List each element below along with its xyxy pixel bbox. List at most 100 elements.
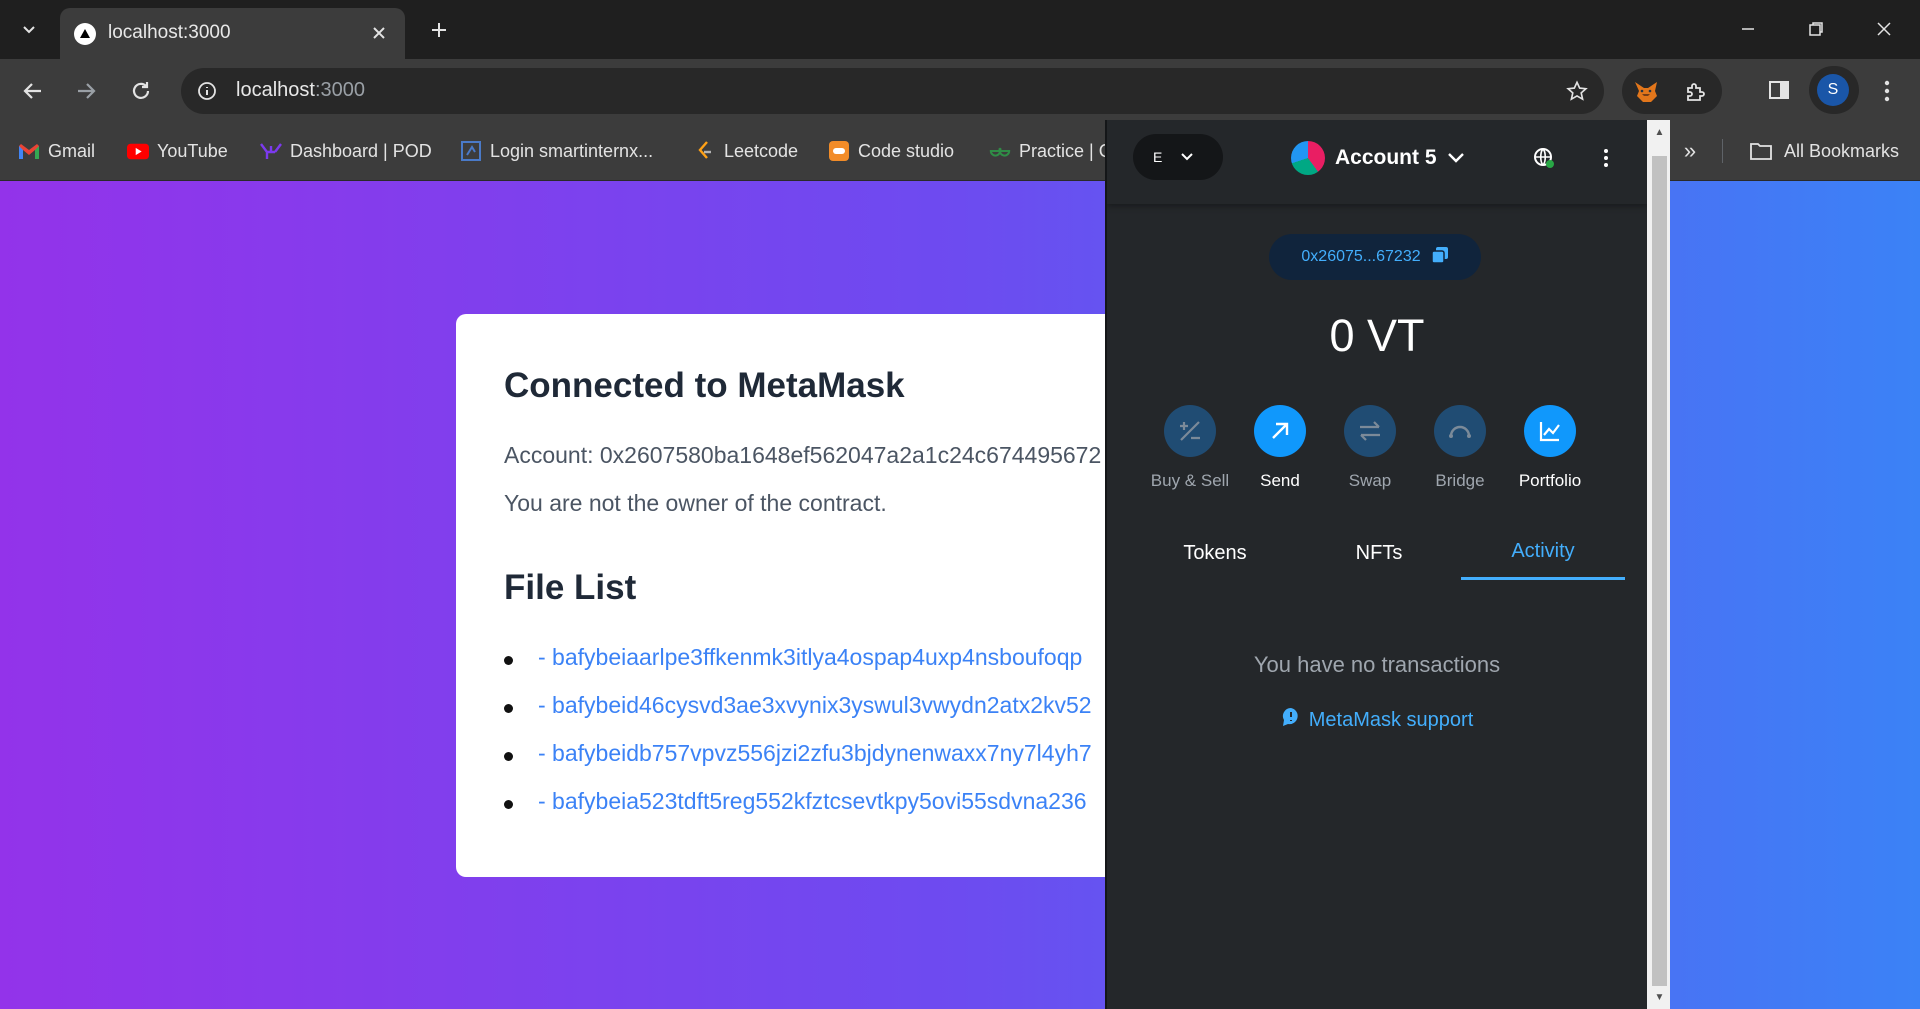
new-tab-button[interactable] — [425, 16, 453, 44]
url-host: localhost — [236, 79, 315, 101]
restore-icon[interactable] — [1796, 14, 1836, 44]
portfolio-button[interactable]: Portfolio — [1507, 405, 1593, 491]
bookmark-label: YouTube — [157, 140, 228, 161]
bookmark-label: Gmail — [48, 140, 96, 161]
swap-icon — [1344, 405, 1396, 457]
metamask-tabs: Tokens NFTs Activity — [1133, 526, 1625, 580]
copy-icon — [1430, 246, 1449, 269]
support-chat-icon — [1281, 707, 1301, 733]
bullet — [504, 800, 513, 809]
profile-button[interactable]: S — [1809, 66, 1859, 114]
bookmarks-divider — [1722, 139, 1723, 163]
send-button[interactable]: Send — [1237, 405, 1323, 491]
file-link[interactable]: - bafybeia523tdft5reg552kfztcsevtkpy5ovi… — [538, 788, 1087, 815]
browser-toolbar: localhost:3000 S — [0, 59, 1920, 121]
bookmark-label: Code studio — [858, 140, 955, 161]
chart-icon — [1524, 405, 1576, 457]
metamask-fox-icon[interactable] — [1630, 76, 1662, 108]
file-link[interactable]: - bafybeiaarlpe3ffkenmk3itlya4ospap4uxp4… — [538, 644, 1082, 671]
connected-sites-globe-icon[interactable] — [1530, 144, 1558, 172]
bridge-button[interactable]: Bridge — [1417, 405, 1503, 491]
smartinternz-icon — [460, 140, 482, 162]
bridge-icon — [1434, 405, 1486, 457]
network-picker[interactable]: E — [1133, 134, 1223, 180]
leetcode-icon — [694, 140, 716, 162]
chevron-down-icon — [1180, 149, 1194, 165]
file-link[interactable]: - bafybeidb757vpvz556jzi2zfu3bjdynenwaxx… — [538, 740, 1092, 767]
bullet — [504, 704, 513, 713]
account-avatar-icon — [1291, 141, 1325, 175]
tab-strip: localhost:3000 — [0, 0, 1920, 59]
url-port: :3000 — [314, 79, 365, 101]
action-label: Buy & Sell — [1150, 471, 1230, 490]
metamask-support-link[interactable]: MetaMask support — [1107, 707, 1647, 733]
tab-search-chevron-icon[interactable] — [14, 14, 44, 44]
profile-avatar: S — [1817, 74, 1849, 106]
action-label: Portfolio — [1518, 471, 1582, 490]
page-title: Connected to MetaMask — [504, 366, 905, 405]
close-tab-icon[interactable] — [367, 21, 391, 45]
bookmark-label: Practice | G — [1019, 140, 1113, 161]
content-card: Connected to MetaMask Account: 0x2607580… — [456, 314, 1176, 877]
wallet-actions: Buy & Sell Send Swap Bridge Portfolio — [1147, 405, 1607, 495]
close-window-icon[interactable] — [1864, 14, 1904, 44]
pod-icon — [260, 140, 282, 162]
browser-menu-icon[interactable] — [1872, 73, 1902, 109]
site-info-icon[interactable] — [195, 79, 219, 103]
bookmark-gfg-practice[interactable]: Practice | G — [989, 137, 1113, 165]
youtube-icon — [127, 140, 149, 162]
account-picker[interactable]: Account 5 — [1291, 140, 1465, 176]
forward-arrow-icon[interactable] — [68, 73, 104, 109]
codestudio-icon — [828, 140, 850, 162]
swap-button[interactable]: Swap — [1327, 405, 1413, 491]
tab-activity[interactable]: Activity — [1461, 526, 1625, 580]
all-bookmarks-label: All Bookmarks — [1784, 140, 1900, 161]
bookmark-dashboard-pod[interactable]: Dashboard | POD — [260, 137, 432, 165]
reload-icon[interactable] — [123, 73, 159, 109]
url-text: localhost:3000 — [236, 79, 365, 102]
account-options-icon[interactable] — [1593, 144, 1619, 172]
scroll-down-icon[interactable]: ▼ — [1647, 987, 1670, 1007]
minimize-icon[interactable] — [1728, 14, 1768, 44]
network-letter: E — [1153, 149, 1163, 165]
extensions-puzzle-icon[interactable] — [1680, 76, 1712, 108]
scroll-up-icon[interactable]: ▲ — [1647, 122, 1670, 142]
bookmark-label: Dashboard | POD — [290, 140, 432, 161]
tab-tokens[interactable]: Tokens — [1133, 526, 1297, 580]
browser-tab[interactable]: localhost:3000 — [60, 8, 405, 59]
bookmark-smartinternz[interactable]: Login smartinternx... — [460, 137, 653, 165]
tab-title: localhost:3000 — [108, 22, 231, 43]
copy-address-button[interactable]: 0x26075...67232 — [1269, 234, 1481, 280]
token-balance: 0 VT — [1329, 310, 1425, 361]
folder-icon — [1748, 140, 1774, 162]
bookmark-youtube[interactable]: YouTube — [127, 137, 228, 165]
action-label: Bridge — [1435, 471, 1485, 490]
chevron-down-icon — [1447, 146, 1465, 170]
action-label: Send — [1260, 471, 1300, 490]
support-label: MetaMask support — [1308, 708, 1474, 731]
bookmarks-overflow-icon[interactable]: » — [1676, 137, 1704, 165]
tab-nfts[interactable]: NFTs — [1297, 526, 1461, 580]
bookmark-label: Login smartinternx... — [490, 140, 654, 161]
metamask-popup: E Account 5 0x26075...67232 0 VT Buy & S… — [1105, 120, 1670, 1009]
plus-minus-icon — [1164, 405, 1216, 457]
all-bookmarks-button[interactable]: All Bookmarks — [1748, 137, 1899, 165]
popup-scrollbar[interactable]: ▲ ▼ — [1647, 120, 1670, 1009]
account-name: Account 5 — [1335, 146, 1437, 169]
bookmark-star-icon[interactable] — [1564, 78, 1590, 104]
bookmark-leetcode[interactable]: Leetcode — [694, 137, 798, 165]
bookmark-gmail[interactable]: Gmail — [18, 137, 95, 165]
side-panel-icon[interactable] — [1762, 73, 1796, 107]
scroll-thumb[interactable] — [1652, 156, 1667, 986]
back-arrow-icon[interactable] — [15, 73, 51, 109]
bullet — [504, 752, 513, 761]
bookmark-code-studio[interactable]: Code studio — [828, 137, 954, 165]
empty-activity-message: You have no transactions — [1253, 652, 1501, 677]
gmail-icon — [18, 140, 40, 162]
bookmark-label: Leetcode — [724, 140, 799, 161]
address-bar[interactable]: localhost:3000 — [181, 68, 1604, 114]
metamask-header: E Account 5 — [1107, 120, 1647, 204]
file-list-heading: File List — [504, 568, 637, 607]
file-link[interactable]: - bafybeid46cysvd3ae3xvynix3yswul3vwydn2… — [538, 692, 1092, 719]
buy-sell-button[interactable]: Buy & Sell — [1147, 405, 1233, 491]
